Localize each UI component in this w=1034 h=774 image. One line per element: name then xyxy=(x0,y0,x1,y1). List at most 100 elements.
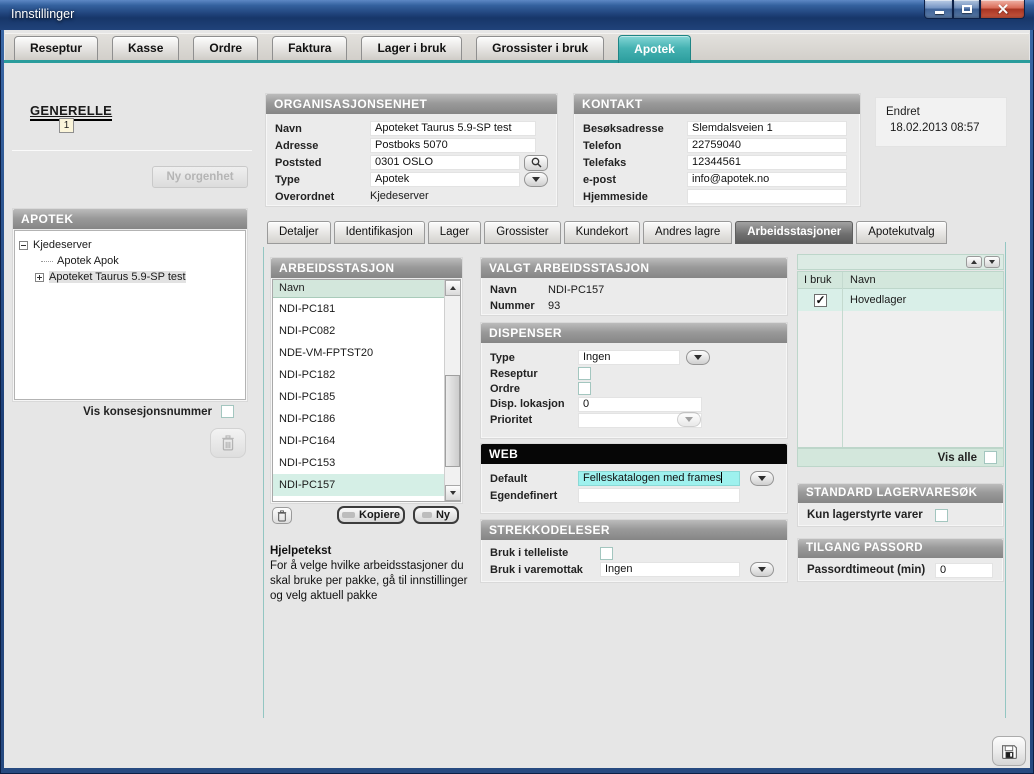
web-default-dropdown-button[interactable] xyxy=(750,471,774,486)
vis-konsesjonsnummer-checkbox[interactable] xyxy=(221,405,234,418)
chevron-down-icon xyxy=(694,355,702,360)
type-dropdown-button[interactable] xyxy=(524,172,548,187)
scroll-up-button[interactable] xyxy=(445,280,461,296)
subtab-kundekort[interactable]: Kundekort xyxy=(564,221,640,244)
scrollbar-thumb[interactable] xyxy=(445,375,460,467)
tree-item-apotek-apok[interactable]: Apotek Apok xyxy=(19,253,241,269)
varemottak-dropdown-button[interactable] xyxy=(750,562,774,577)
sub-tabs: Detaljer Identifikasjon Lager Grossister… xyxy=(267,221,947,244)
lagre-table-header: I bruk Navn xyxy=(798,272,1003,289)
kun-lagerstyrte-checkbox[interactable] xyxy=(935,509,948,522)
web-egendefinert-label: Egendefinert xyxy=(490,490,578,502)
passordtimeout-field[interactable]: 0 xyxy=(935,563,993,578)
besoksadresse-field[interactable]: Slemdalsveien 1 xyxy=(687,121,847,136)
list-item[interactable]: NDI-PC185 xyxy=(273,386,444,408)
subtab-andres-lagre[interactable]: Andres lagre xyxy=(643,221,732,244)
list-item-selected[interactable]: NDI-PC157 xyxy=(273,474,444,496)
web-egendefinert-field[interactable] xyxy=(578,488,740,503)
hjelpetekst: Hjelpetekst For å velge hvilke arbeidsst… xyxy=(270,544,470,604)
tree-item-kjedeserver[interactable]: Kjedeserver xyxy=(19,237,241,253)
tree-item-label: Kjedeserver xyxy=(33,239,92,251)
chevron-down-icon xyxy=(685,417,693,422)
list-column-header[interactable]: Navn xyxy=(273,280,444,298)
navn-column-header[interactable]: Navn xyxy=(842,272,1003,288)
tab-grossister-i-bruk[interactable]: Grossister i bruk xyxy=(476,36,604,60)
subtab-lager[interactable]: Lager xyxy=(428,221,481,244)
tab-faktura[interactable]: Faktura xyxy=(272,36,347,60)
vis-alle-label: Vis alle xyxy=(938,452,977,464)
tab-ordre[interactable]: Ordre xyxy=(193,36,258,60)
minimize-button[interactable] xyxy=(924,0,953,19)
dispenser-type-dropdown-button[interactable] xyxy=(686,350,710,365)
subtab-arbeidsstasjoner[interactable]: Arbeidsstasjoner xyxy=(735,221,853,244)
web-default-field[interactable]: Felleskatalogen med frames xyxy=(578,471,740,486)
tree-item-apoteket-taurus[interactable]: Apoteket Taurus 5.9-SP test xyxy=(19,269,241,285)
lager-navn-cell: Hovedlager xyxy=(842,294,1003,306)
vis-alle-checkbox[interactable] xyxy=(984,451,997,464)
kopiere-label: Kopiere xyxy=(359,509,400,521)
apotek-panel: APOTEK Kjedeserver Apotek Apok Apoteket … xyxy=(12,208,248,402)
delete-org-button[interactable] xyxy=(210,428,246,458)
delete-workstation-button[interactable] xyxy=(272,507,292,524)
maximize-button[interactable] xyxy=(953,0,980,19)
subtab-identifikasjon[interactable]: Identifikasjon xyxy=(334,221,425,244)
poststed-search-button[interactable] xyxy=(524,155,548,171)
org-tree: Kjedeserver Apotek Apok Apoteket Taurus … xyxy=(14,230,246,400)
strekkodeleser-panel: STREKKODELESER Bruk i telleliste Bruk i … xyxy=(480,519,788,583)
dispenser-ordre-checkbox[interactable] xyxy=(578,382,591,395)
navn-field[interactable]: Apoteket Taurus 5.9-SP test xyxy=(370,121,536,136)
dispenser-reseptur-checkbox[interactable] xyxy=(578,367,591,380)
dispenser-type-field[interactable]: Ingen xyxy=(578,350,680,365)
save-button[interactable] xyxy=(992,736,1026,766)
telefaks-field[interactable]: 12344561 xyxy=(687,155,847,170)
tree-connector xyxy=(41,261,53,262)
ny-button[interactable]: Ny xyxy=(413,506,459,524)
scroll-down-button[interactable] xyxy=(445,485,461,501)
list-scrollbar[interactable] xyxy=(444,280,460,501)
move-down-button[interactable] xyxy=(984,256,1000,268)
list-item[interactable]: NDI-PC182 xyxy=(273,364,444,386)
organisasjonsenhet-title: ORGANISASJONSENHET xyxy=(266,94,557,114)
tab-apotek[interactable]: Apotek xyxy=(618,35,691,63)
hjemmeside-field[interactable] xyxy=(687,189,847,204)
list-item[interactable]: NDI-PC164 xyxy=(273,430,444,452)
list-item[interactable]: NDI-PC153 xyxy=(273,452,444,474)
varemottak-label: Bruk i varemottak xyxy=(490,564,600,576)
kopiere-button[interactable]: Kopiere xyxy=(337,506,405,524)
arbeidsstasjon-list: Navn NDI-PC181 NDI-PC082 NDE-VM-FPTST20 … xyxy=(272,279,461,502)
telefon-field[interactable]: 22759040 xyxy=(687,138,847,153)
poststed-field[interactable]: 0301 OSLO xyxy=(370,155,520,170)
subtab-apotekutvalg[interactable]: Apotekutvalg xyxy=(856,221,947,244)
table-row[interactable]: Hovedlager xyxy=(798,289,1003,311)
ibruk-column-header[interactable]: I bruk xyxy=(798,272,842,288)
valgt-navn-label: Navn xyxy=(490,284,548,296)
ny-orgenhet-button[interactable]: Ny orgenhet xyxy=(152,166,248,188)
ibruk-checkbox[interactable] xyxy=(814,294,827,307)
tab-kasse[interactable]: Kasse xyxy=(112,36,179,60)
tab-reseptur[interactable]: Reseptur xyxy=(14,36,98,60)
subtab-detaljer[interactable]: Detaljer xyxy=(267,221,331,244)
web-default-label: Default xyxy=(490,473,578,485)
content-divider-left xyxy=(263,247,264,718)
telleliste-checkbox[interactable] xyxy=(600,547,613,560)
save-icon xyxy=(1001,743,1018,760)
move-up-button[interactable] xyxy=(966,256,982,268)
close-button[interactable] xyxy=(980,0,1025,19)
collapse-minus-icon[interactable] xyxy=(19,241,28,250)
subtab-grossister[interactable]: Grossister xyxy=(484,221,560,244)
tab-lager-i-bruk[interactable]: Lager i bruk xyxy=(361,36,462,60)
list-item[interactable]: NDI-PC186 xyxy=(273,408,444,430)
adresse-field[interactable]: Postboks 5070 xyxy=(370,138,536,153)
list-item[interactable]: NDI-PC181 xyxy=(273,298,444,320)
left-divider xyxy=(12,150,252,151)
text-caret xyxy=(721,472,722,483)
dispenser-lokasjon-field[interactable]: 0 xyxy=(578,397,702,412)
poststed-label: Poststed xyxy=(275,157,370,169)
list-item[interactable]: NDI-PC207 xyxy=(273,496,444,502)
type-field[interactable]: Apotek xyxy=(370,172,520,187)
expand-plus-icon[interactable] xyxy=(35,273,44,282)
epost-field[interactable]: info@apotek.no xyxy=(687,172,847,187)
varemottak-field[interactable]: Ingen xyxy=(600,562,740,577)
list-item[interactable]: NDE-VM-FPTST20 xyxy=(273,342,444,364)
list-item[interactable]: NDI-PC082 xyxy=(273,320,444,342)
